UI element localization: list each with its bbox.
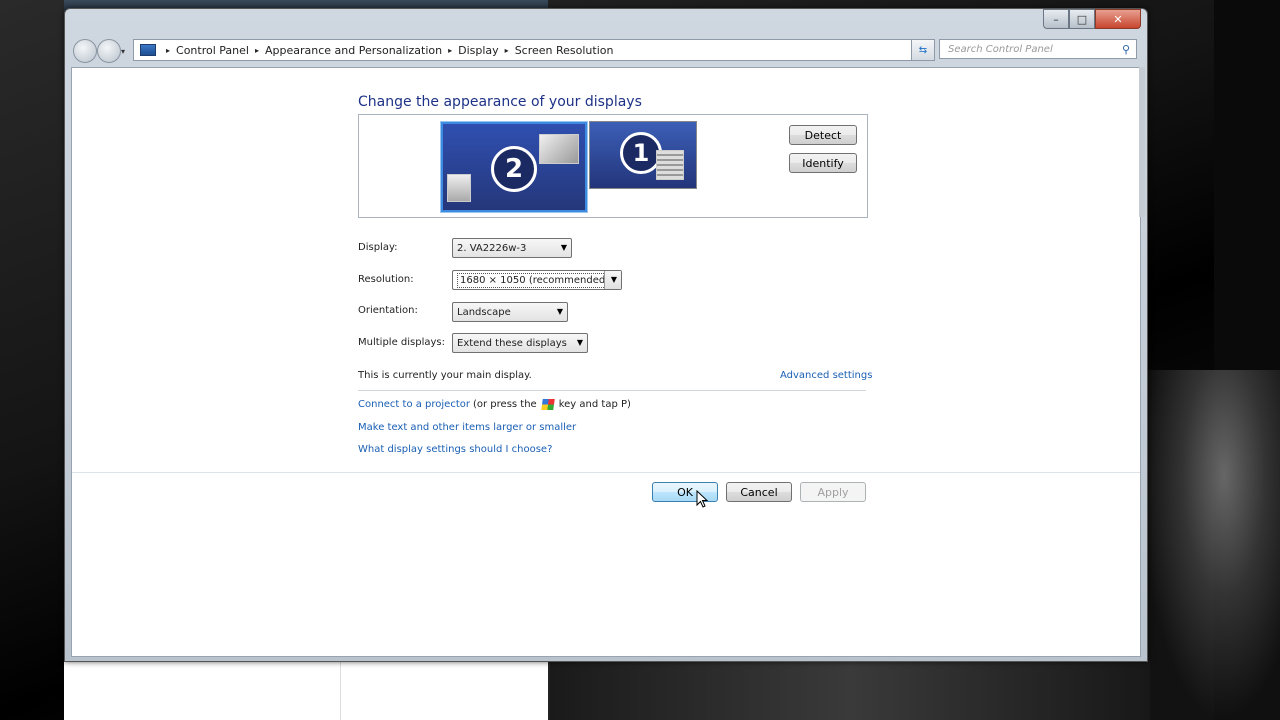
minimize-button[interactable]: – [1043, 9, 1069, 29]
orientation-select[interactable]: Landscape ▼ [452, 302, 568, 322]
breadcrumb-separator[interactable]: ▸ [166, 46, 170, 55]
wallpaper-cloud-bottom [550, 660, 1150, 720]
advanced-settings-link[interactable]: Advanced settings [780, 370, 872, 381]
cancel-button[interactable]: Cancel [726, 482, 792, 502]
address-bar[interactable]: ▸ Control Panel ▸ Appearance and Persona… [133, 39, 929, 61]
breadcrumb-display[interactable]: Display [458, 44, 499, 57]
resolution-select[interactable]: 1680 × 1050 (recommended) ▼ [452, 270, 622, 290]
divider [340, 660, 341, 720]
section-divider [358, 390, 866, 391]
identify-button[interactable]: Identify [789, 153, 857, 173]
back-button[interactable] [73, 39, 97, 63]
window-thumbnail-icon [539, 134, 579, 164]
projector-row: Connect to a projector (or press the key… [358, 399, 631, 410]
breadcrumb-appearance[interactable]: Appearance and Personalization [265, 44, 442, 57]
content-pane: Change the appearance of your displays 2… [71, 67, 1141, 657]
main-display-note: This is currently your main display. [358, 370, 532, 381]
monitor-number: 2 [491, 146, 537, 192]
multiple-displays-select[interactable]: Extend these displays ▼ [452, 333, 588, 353]
apply-button[interactable]: Apply [800, 482, 866, 502]
screen-resolution-window: – □ ✕ ▾ ▸ Control Panel ▸ Appearance and… [64, 8, 1148, 662]
windows-key-icon [540, 399, 555, 410]
projector-hint-pre: (or press the [473, 399, 537, 410]
ok-button[interactable]: OK [652, 482, 718, 502]
refresh-icon[interactable]: ⇆ [911, 39, 935, 61]
projector-hint-post: key and tap P) [558, 399, 631, 410]
monitor-2-thumbnail[interactable]: 2 [441, 122, 587, 212]
breadcrumb-separator[interactable]: ▸ [255, 46, 259, 55]
wallpaper-cloud [1140, 370, 1280, 720]
help-row: What display settings should I choose? [358, 444, 552, 455]
detect-button[interactable]: Detect [789, 125, 857, 145]
window-controls: – □ ✕ [1043, 9, 1141, 29]
search-placeholder: Search Control Panel [948, 43, 1053, 55]
chevron-down-icon: ▼ [610, 275, 617, 284]
footer-divider [72, 472, 1140, 473]
close-button[interactable]: ✕ [1095, 9, 1141, 29]
forward-button[interactable] [97, 39, 121, 63]
breadcrumb-separator[interactable]: ▸ [505, 46, 509, 55]
orientation-label: Orientation: [358, 305, 418, 316]
chevron-down-icon: ▼ [576, 338, 583, 347]
background-window [64, 660, 551, 720]
breadcrumb-screen-resolution[interactable]: Screen Resolution [515, 44, 614, 57]
chevron-down-icon: ▼ [560, 243, 567, 252]
multiple-displays-label: Multiple displays: [358, 337, 445, 348]
display-select[interactable]: 2. VA2226w-3 ▼ [452, 238, 572, 258]
recent-pages-dropdown-icon[interactable]: ▾ [121, 47, 125, 56]
search-icon[interactable]: ⚲ [1122, 43, 1130, 56]
orientation-value: Landscape [457, 306, 511, 318]
chevron-down-icon: ▼ [556, 307, 563, 316]
page-title: Change the appearance of your displays [358, 94, 642, 110]
window-thumbnail-icon [447, 174, 471, 202]
maximize-button[interactable]: □ [1069, 9, 1095, 29]
resolution-value: 1680 × 1050 (recommended) [457, 272, 613, 288]
control-panel-icon [140, 44, 156, 56]
breadcrumb-control-panel[interactable]: Control Panel [176, 44, 249, 57]
resolution-label: Resolution: [358, 274, 414, 285]
window-edge [1139, 67, 1145, 217]
navigation-bar: ▾ ▸ Control Panel ▸ Appearance and Perso… [71, 39, 1139, 63]
display-settings-help-link[interactable]: What display settings should I choose? [358, 444, 552, 455]
window-thumbnail-icon [656, 150, 684, 180]
multiple-displays-value: Extend these displays [457, 337, 567, 349]
search-input[interactable]: Search Control Panel ⚲ [939, 39, 1137, 59]
display-preview: 2 1 Detect Identify [358, 114, 868, 218]
display-value: 2. VA2226w-3 [457, 242, 527, 254]
monitor-1-thumbnail[interactable]: 1 [589, 121, 697, 189]
text-size-link[interactable]: Make text and other items larger or smal… [358, 422, 576, 433]
text-size-row: Make text and other items larger or smal… [358, 422, 576, 433]
breadcrumb-separator[interactable]: ▸ [448, 46, 452, 55]
connect-projector-link[interactable]: Connect to a projector [358, 399, 470, 410]
display-label: Display: [358, 242, 398, 253]
